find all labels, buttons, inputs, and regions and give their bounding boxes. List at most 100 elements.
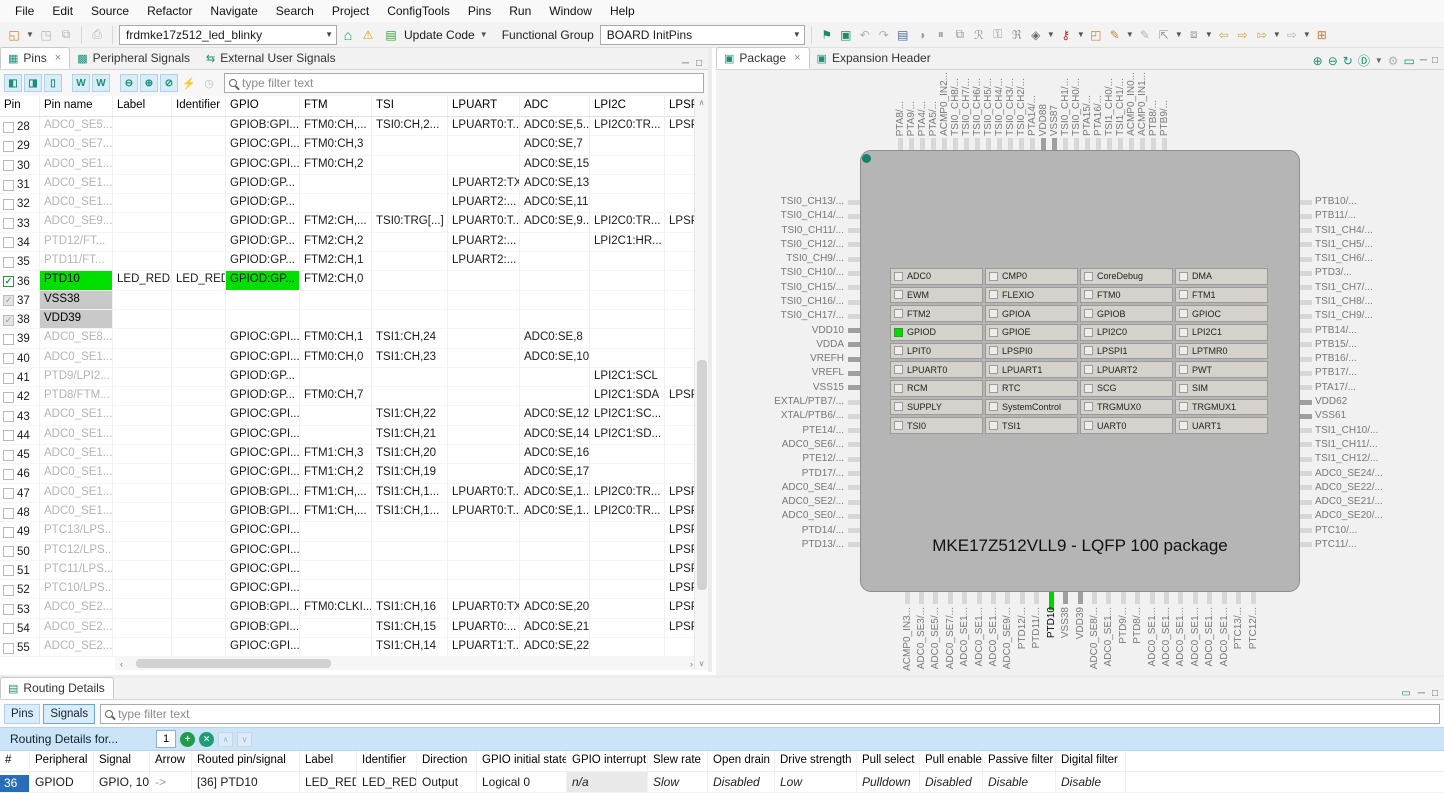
menu-configtools[interactable]: ConfigTools: [378, 2, 459, 20]
cell-name[interactable]: VSS38: [40, 291, 113, 309]
cell-name[interactable]: ADC0_SE1...: [40, 406, 113, 424]
pin-cell[interactable]: 28: [0, 117, 40, 135]
package-pin-label[interactable]: TSI0_CH16/...: [716, 296, 844, 307]
settings-icon[interactable]: ⚙: [1388, 54, 1399, 68]
package-pin-label[interactable]: PTB9/...: [1159, 100, 1170, 136]
pin-cell[interactable]: 50: [0, 542, 40, 560]
package-pin-stub[interactable]: [986, 138, 991, 150]
cell-lpuart[interactable]: LPUART0:T...: [448, 117, 520, 135]
cell-gpio[interactable]: GPIOC:GPI...: [226, 638, 300, 656]
cell-name[interactable]: ADC0_SE9...: [40, 213, 113, 231]
pin-cell[interactable]: 29: [0, 136, 40, 154]
cell-id[interactable]: [172, 522, 226, 540]
package-pin-label[interactable]: ADC0_SE1...: [988, 607, 999, 666]
cell-tsi[interactable]: [372, 522, 448, 540]
package-pin-stub[interactable]: [848, 257, 860, 262]
package-pin-stub[interactable]: [1135, 592, 1140, 604]
pin-cell[interactable]: 45: [0, 445, 40, 463]
cell-label[interactable]: [113, 194, 172, 212]
package-pin-label[interactable]: TSI0_CH13/...: [716, 196, 844, 207]
cell-adc[interactable]: ADC0:SE,16: [520, 445, 590, 463]
package-pin-label[interactable]: PTE14/...: [716, 425, 844, 436]
package-pin-label[interactable]: TSI1_CH4/...: [1315, 225, 1373, 236]
cell-tsi[interactable]: TSI1:CH,24: [372, 329, 448, 347]
package-pin-stub[interactable]: [1074, 138, 1079, 150]
cell-tsi[interactable]: [372, 387, 448, 405]
table-row[interactable]: 52PTC10/LPS...GPIOC:GPI...LPSP: [0, 580, 698, 599]
export-icon[interactable]: ⇱: [1155, 26, 1173, 44]
cell-tsi[interactable]: [372, 252, 448, 270]
column-header-adc[interactable]: ADC: [520, 96, 590, 116]
package-pin-label[interactable]: VDD62: [1315, 396, 1347, 407]
minimize-icon[interactable]: ─: [1418, 688, 1425, 699]
routing-cell-13[interactable]: Pulldown: [857, 772, 920, 792]
pin-checkbox[interactable]: [3, 122, 14, 133]
add-route-button[interactable]: +: [180, 732, 195, 747]
package-pin-stub[interactable]: [1118, 138, 1123, 150]
peripheral-rcm[interactable]: RCM: [890, 380, 983, 397]
package-pin-label[interactable]: ADC0_SE6/...: [716, 439, 844, 450]
caret2-icon[interactable]: ▼: [1076, 30, 1086, 39]
cell-gpio[interactable]: GPIOC:GPI...: [226, 406, 300, 424]
view-mode-3-icon[interactable]: ▯: [44, 74, 62, 92]
package-pin-label[interactable]: PTD8/...: [1132, 607, 1143, 644]
cell-lpuart[interactable]: [448, 271, 520, 289]
table-row[interactable]: 43ADC0_SE1...GPIOC:GPI...TSI1:CH,22ADC0:…: [0, 406, 698, 425]
package-pin-label[interactable]: ADC0_SE21/...: [1315, 496, 1383, 507]
cell-id[interactable]: [172, 619, 226, 637]
package-pin-label[interactable]: TSI0_CH5/...: [983, 78, 994, 136]
cell-label[interactable]: [113, 252, 172, 270]
cell-gpio[interactable]: GPIOB:GPI...: [226, 619, 300, 637]
minimize-icon[interactable]: ─: [1420, 55, 1427, 66]
package-pin-label[interactable]: ADC0_SE1...: [1190, 607, 1201, 666]
package-pin-label[interactable]: TSI0_CH0/...: [1071, 78, 1082, 136]
cell-id[interactable]: [172, 175, 226, 193]
cell-name[interactable]: ADC0_SE1...: [40, 349, 113, 367]
cell-name[interactable]: ADC0_SE1...: [40, 503, 113, 521]
package-pin-label[interactable]: PTB15/...: [1315, 339, 1357, 350]
cell-label[interactable]: [113, 580, 172, 598]
package-pin-label[interactable]: TSI0_CH10/...: [716, 267, 844, 278]
cell-lpuart[interactable]: [448, 136, 520, 154]
cell-id[interactable]: LED_RED: [172, 271, 226, 289]
package-pin-stub[interactable]: [962, 592, 967, 604]
cell-lpi2c[interactable]: LPI2C1:SCL: [590, 368, 665, 386]
package-pin-label[interactable]: TSI1_CH0/...: [1104, 78, 1115, 136]
package-pin-label[interactable]: PTD11/...: [1031, 607, 1042, 649]
cell-id[interactable]: [172, 580, 226, 598]
cell-ftm[interactable]: FTM2:CH,...: [300, 213, 372, 231]
package-pin-label[interactable]: TSI1_CH1/...: [1115, 78, 1126, 136]
menu-pins[interactable]: Pins: [459, 2, 500, 20]
package-pin-stub[interactable]: [1300, 214, 1312, 219]
package-pin-label[interactable]: PTB17/...: [1315, 367, 1357, 378]
cell-lpuart[interactable]: [448, 349, 520, 367]
cell-adc[interactable]: [520, 387, 590, 405]
cell-lpuart[interactable]: LPUART0:T...: [448, 213, 520, 231]
build-icon[interactable]: ◈: [1027, 26, 1045, 44]
package-pin-label[interactable]: TSI0_CH3/...: [1005, 78, 1016, 136]
table-row[interactable]: 42PTD8/FTM...GPIOD:GP...FTM0:CH,7LPI2C1:…: [0, 387, 698, 406]
table-row[interactable]: 32ADC0_SE1...GPIOD:GP...LPUART2:...ADC0:…: [0, 194, 698, 213]
cell-ftm[interactable]: FTM1:CH,3: [300, 445, 372, 463]
pin-checkbox[interactable]: [3, 604, 14, 615]
package-pin-stub[interactable]: [848, 514, 860, 519]
cell-label[interactable]: [113, 233, 172, 251]
peripheral-gpiob[interactable]: GPIOB: [1080, 305, 1173, 322]
package-pin-stub[interactable]: [848, 357, 860, 362]
menu-navigate[interactable]: Navigate: [201, 2, 266, 20]
pin-checkbox[interactable]: ✓: [3, 276, 14, 287]
package-pin-stub[interactable]: [848, 485, 860, 490]
package-pin-stub[interactable]: [1063, 592, 1068, 604]
package-pin-stub[interactable]: [848, 328, 860, 333]
package-pin-label[interactable]: VSS38: [1060, 607, 1071, 638]
cell-tsi[interactable]: TSI1:CH,1...: [372, 484, 448, 502]
package-pin-label[interactable]: PTC13/...: [1233, 607, 1244, 649]
cell-tsi[interactable]: [372, 368, 448, 386]
package-pin-label[interactable]: PTD9/...: [1118, 607, 1129, 644]
save-all-icon[interactable]: ⧉: [57, 26, 75, 44]
cell-gpio[interactable]: GPIOD:GP...: [226, 271, 300, 289]
pin-checkbox[interactable]: [3, 180, 14, 191]
cell-adc[interactable]: ADC0:SE,1...: [520, 503, 590, 521]
cell-ftm[interactable]: FTM2:CH,2: [300, 233, 372, 251]
package-pin-label[interactable]: PTD13/...: [716, 539, 844, 550]
